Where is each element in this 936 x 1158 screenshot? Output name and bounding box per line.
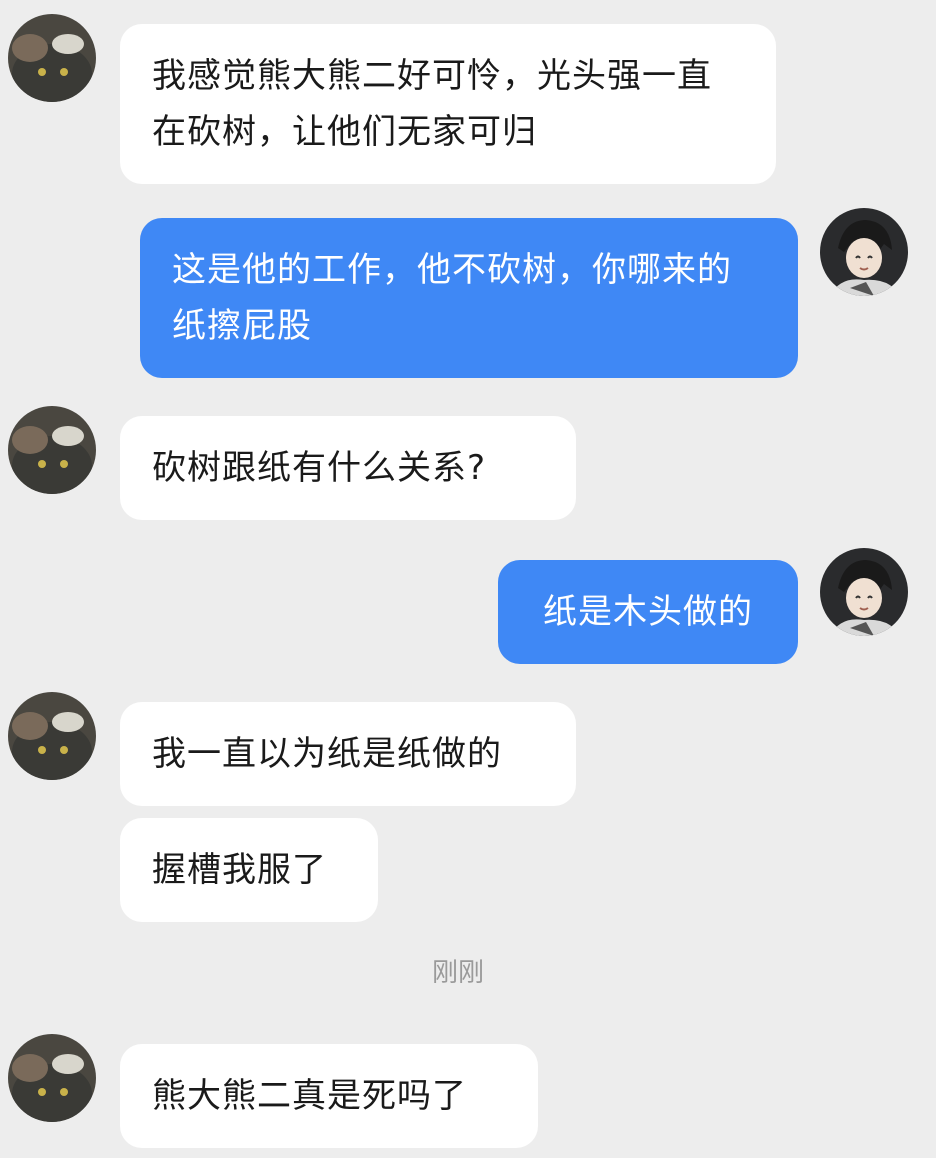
message-bubble[interactable]: 砍树跟纸有什么关系? [120, 416, 576, 520]
anime-boy-avatar[interactable] [820, 548, 908, 636]
message-bubble[interactable]: 熊大熊二真是死吗了 [120, 1044, 538, 1148]
message-bubble[interactable]: 这是他的工作，他不砍树，你哪来的纸擦屁股 [140, 218, 798, 378]
cat-avatar[interactable] [8, 406, 96, 494]
message-bubble[interactable]: 我感觉熊大熊二好可怜，光头强一直在砍树，让他们无家可归 [120, 24, 776, 184]
anime-boy-avatar[interactable] [820, 208, 908, 296]
cat-avatar[interactable] [8, 14, 96, 102]
message-bubble[interactable]: 纸是木头做的 [498, 560, 798, 664]
cat-avatar[interactable] [8, 692, 96, 780]
message-bubble[interactable]: 握槽我服了 [120, 818, 378, 922]
cat-avatar[interactable] [8, 1034, 96, 1122]
message-bubble[interactable]: 我一直以为纸是纸做的 [120, 702, 576, 806]
timestamp: 刚刚 [431, 958, 484, 988]
